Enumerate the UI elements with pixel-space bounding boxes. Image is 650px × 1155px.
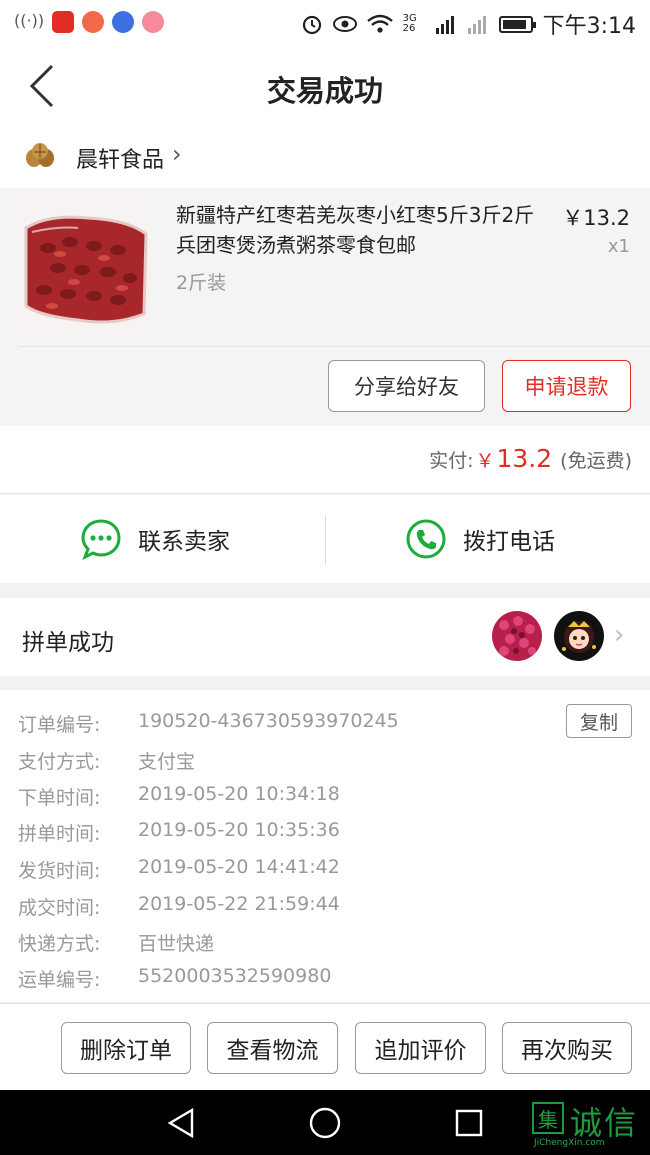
avatar [554,611,604,661]
payment-summary: 实付: ￥ 13.2 (免运费) [0,426,650,494]
order-number-value: 190520-436730593970245 [138,710,399,732]
product-spec: 2斤装 [176,272,227,294]
deal-time-value: 2019-05-22 21:59:44 [138,893,340,915]
info-key: 运单编号: [18,969,101,991]
product-title: 新疆特产红枣若羌灰枣小红枣5斤3斤2斤兵团枣煲汤煮粥茶零食包邮 [176,203,535,257]
info-key: 发货时间: [18,860,101,882]
divider [325,515,326,565]
product-quantity: x1 [607,236,630,257]
product-price: ￥13.2 [562,206,630,230]
order-action-bar: 删除订单 查看物流 追加评价 再次购买 [0,1003,650,1090]
contact-seller-label: 联系卖家 [138,529,230,555]
notification-icons: ((·)) [14,11,165,33]
avatar [492,611,542,661]
red-dates-image [18,198,152,332]
info-key: 拼单时间: [18,823,101,845]
shop-row[interactable]: 晨轩食品 › [0,128,650,188]
info-key: 订单编号: [18,714,101,736]
app-icon-shop [82,11,105,33]
shipping-note: (免运费) [560,450,632,472]
paid-amount: 13.2 [496,444,553,473]
chat-icon [81,519,121,560]
paid-label: 实付: [429,450,474,472]
alarm-icon [302,15,321,35]
info-key: 下单时间: [18,787,101,809]
info-key: 成交时间: [18,897,101,919]
tracking-number-value: 5520003532590980 [138,965,332,987]
app-icon-candy [142,11,165,33]
network-type: 3G 26 [402,13,417,34]
group-buy-row[interactable]: 拼单成功 › [0,598,650,676]
signal-icon [435,16,454,34]
system-nav-bar: 集 诚信 JiChengXin.com [0,1090,650,1155]
group-time-row: 拼单时间: 2019-05-20 10:35:36 [18,819,340,846]
payment-method-row: 支付方式: 支付宝 [18,747,195,774]
app-icon-pinduoduo [52,11,75,33]
divider [18,346,650,347]
watermark-logo: 集 [532,1102,564,1134]
shop-logo-icon [26,143,54,167]
order-time-row: 下单时间: 2019-05-20 10:34:18 [18,783,340,810]
phone-icon [406,519,446,559]
contact-row: 联系卖家 拨打电话 [0,495,650,583]
buy-again-button[interactable]: 再次购买 [502,1022,632,1074]
avatar-raspberry-image [492,611,542,661]
group-time-value: 2019-05-20 10:35:36 [138,819,340,841]
battery-icon [498,15,536,33]
square-recents-icon [455,1109,483,1137]
chevron-right-icon: › [172,140,182,168]
request-refund-button[interactable]: 申请退款 [502,360,631,412]
share-to-friend-button[interactable]: 分享给好友 [328,360,485,412]
nav-back-button[interactable] [164,1106,198,1140]
system-icons: 3G 26 下午3:14 [301,8,636,40]
ship-time-value: 2019-05-20 14:41:42 [138,856,340,878]
order-info: 复制 订单编号: 190520-436730593970245 支付方式: 支付宝 … [0,690,650,1002]
top-bar: 交易成功 [0,44,650,128]
chevron-right-icon: › [614,620,625,650]
call-button[interactable]: 拨打电话 [405,495,555,583]
nav-recents-button[interactable] [452,1106,486,1140]
signal-icon-2 [467,16,486,34]
hotspot-icon: ((·)) [14,11,45,30]
tracking-number-row: 运单编号: 5520003532590980 [18,965,331,992]
triangle-back-icon [167,1107,194,1139]
deal-time-row: 成交时间: 2019-05-22 21:59:44 [18,893,340,920]
status-bar: ((·)) 3G 26 下午3:14 [0,0,650,44]
view-logistics-button[interactable]: 查看物流 [207,1022,338,1074]
eye-icon [332,16,357,32]
courier-row: 快递方式: 百世快递 [18,929,214,956]
delete-order-button[interactable]: 删除订单 [61,1022,191,1074]
courier-value: 百世快递 [138,933,215,955]
order-time-value: 2019-05-20 10:34:18 [138,783,340,805]
avatar-cartoon-girl-image [554,611,604,661]
clock: 下午3:14 [542,14,636,39]
call-label: 拨打电话 [463,529,555,555]
info-key: 快递方式: [18,933,101,955]
shop-name: 晨轩食品 [76,148,165,173]
app-icon-music [112,11,135,33]
payment-method-value: 支付宝 [138,751,196,773]
group-success-label: 拼单成功 [22,630,114,656]
paid-currency: ￥ [475,450,495,472]
add-review-button[interactable]: 追加评价 [355,1022,486,1074]
ship-time-row: 发货时间: 2019-05-20 14:41:42 [18,856,340,883]
wifi-icon [366,14,393,33]
watermark: 集 诚信 JiChengXin.com [532,1098,648,1148]
info-key: 支付方式: [18,751,101,773]
product-image [18,198,152,332]
watermark-url: JiChengXin.com [534,1138,605,1148]
page-title: 交易成功 [266,74,383,108]
nav-home-button[interactable] [308,1106,342,1140]
product-card[interactable]: 新疆特产红枣若羌灰枣小红枣5斤3斤2斤兵团枣煲汤煮粥茶零食包邮 2斤装 ￥13.… [0,188,650,426]
contact-seller-button[interactable]: 联系卖家 [80,495,230,583]
order-number-row: 订单编号: 190520-436730593970245 [18,710,399,737]
copy-order-number-button[interactable]: 复制 [566,704,632,738]
circle-home-icon [309,1107,341,1139]
